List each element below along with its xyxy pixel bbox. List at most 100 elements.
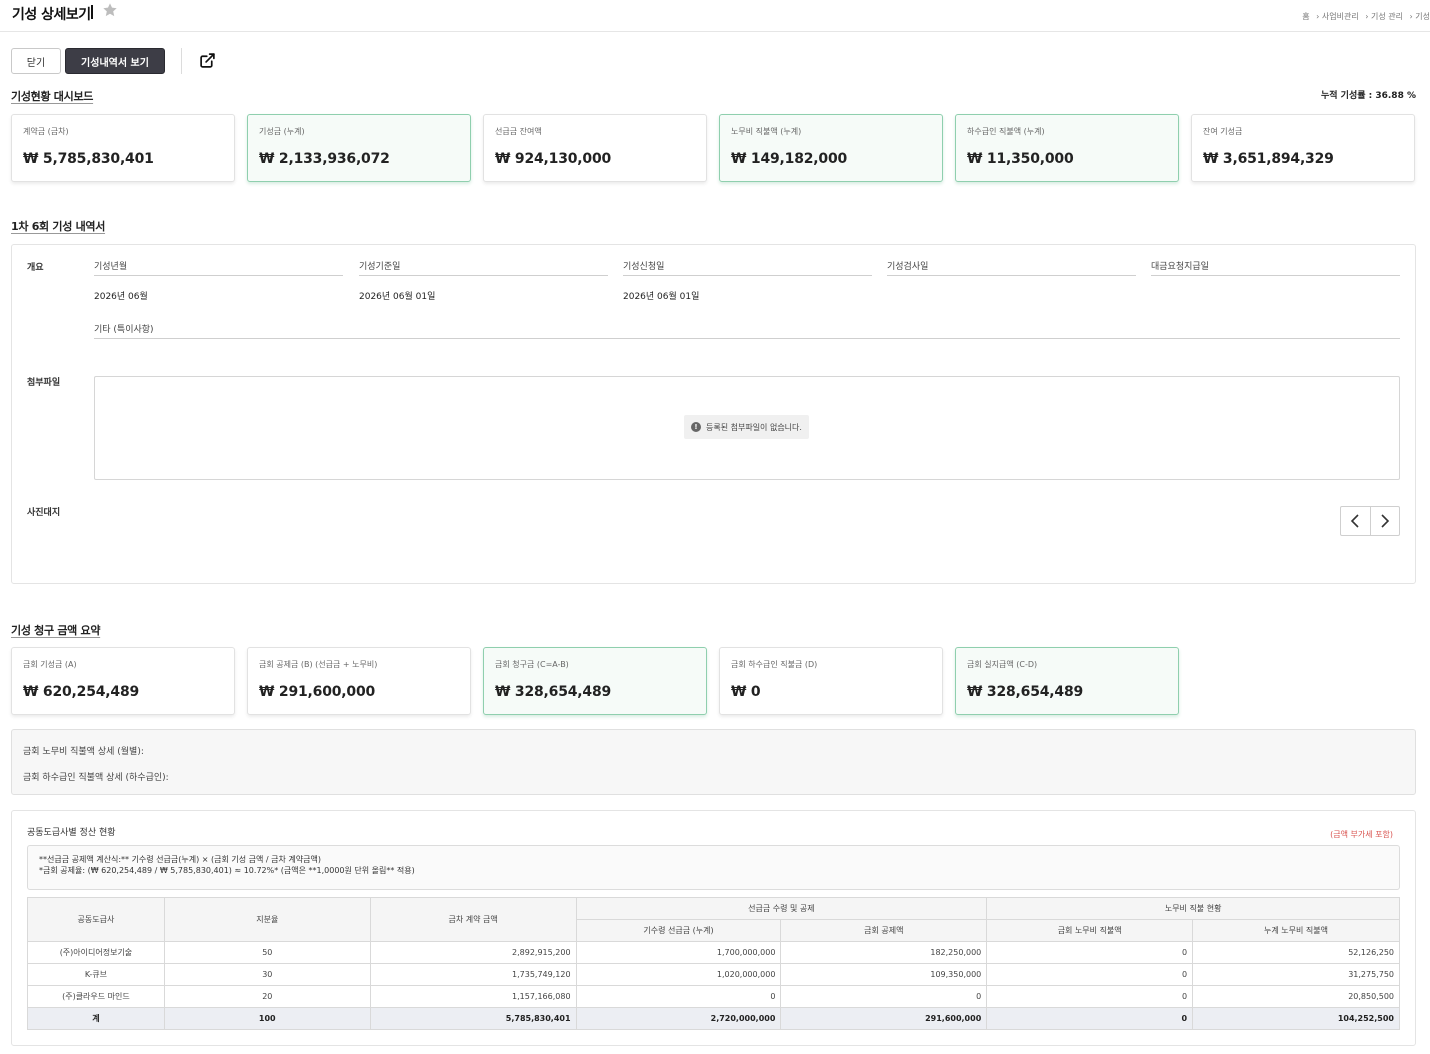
cell-deduction: 182,250,000	[780, 941, 988, 964]
card-label: 노무비 직불액 (누계)	[731, 127, 802, 136]
cell-labor-current: 0	[986, 1007, 1194, 1030]
breadcrumb-home[interactable]: 홈	[1302, 12, 1309, 21]
photo-nav	[1340, 506, 1400, 536]
cell-contract: 1,157,166,080	[369, 985, 577, 1008]
chevron-right-icon	[1381, 514, 1389, 528]
remaining-progress-card: 잔여 기성금 ₩ 3,651,894,329	[1191, 114, 1415, 182]
chevron-left-icon	[1351, 514, 1359, 528]
formula-line: **선급금 공제액 계산식:** 기수령 선급금(누계) × (금회 기성 금액…	[39, 855, 321, 864]
settlement-title: 공동도급사별 정산 현황	[27, 828, 116, 838]
field-label: 대금요청지급일	[1151, 259, 1400, 276]
formula-line: *금회 공제율: (₩ 620,254,489 / ₩ 5,785,830,40…	[39, 866, 415, 875]
card-value: ₩ 149,182,000	[731, 151, 848, 167]
cell-advance: 2,720,000,000	[575, 1007, 782, 1030]
card-value: ₩ 924,130,000	[495, 151, 612, 167]
card-label: 금회 공제금 (B) (선급금 + 노무비)	[259, 660, 378, 669]
external-link-icon[interactable]	[199, 52, 216, 72]
header-contract: 금차 계약 금액	[369, 897, 577, 942]
cell-share: 100	[163, 1007, 371, 1030]
table-row: K-큐브 30 1,735,749,120 1,020,000,000 109,…	[27, 963, 1400, 986]
card-label: 기성금 (누계)	[259, 127, 305, 136]
cell-labor-cumulative: 104,252,500	[1192, 1007, 1400, 1030]
breadcrumb-progress-management[interactable]: › 기성 관리	[1365, 12, 1403, 21]
table-row: (주)클라우드 마인드 20 1,157,166,080 0 0 0 20,85…	[27, 985, 1400, 1008]
cell-advance: 1,700,000,000	[575, 941, 782, 964]
header-deduction: 금회 공제액	[780, 919, 988, 942]
vat-note: (금액 부가세 포함)	[1330, 830, 1393, 839]
cumulative-progress-card: 기성금 (누계) ₩ 2,133,936,072	[247, 114, 471, 182]
attachment-empty-message: ! 등록된 첨부파일이 없습니다.	[684, 415, 809, 439]
labor-detail-label: 금회 노무비 직불액 상세 (월별):	[23, 747, 144, 757]
next-button[interactable]	[1369, 507, 1400, 535]
photo-label: 사진대지	[27, 508, 61, 518]
cell-contract: 5,785,830,401	[369, 1007, 577, 1030]
field-payment-date: 대금요청지급일	[1151, 259, 1400, 289]
total-row: 계 100 5,785,830,401 2,720,000,000 291,60…	[27, 1007, 1400, 1030]
page-title: 기성 상세보기	[12, 7, 91, 23]
empty-text: 등록된 첨부파일이 없습니다.	[706, 422, 802, 432]
cell-labor-cumulative: 52,126,250	[1192, 941, 1400, 964]
top-bar: 기성 상세보기 홈 › 사업비관리 › 기성 관리 › 기성	[0, 0, 1430, 32]
settlement-table: 공동도급사 지분율 금차 계약 금액 선급금 수령 및 공제 노무비 직불 현황…	[27, 897, 1400, 1030]
card-label: 금회 기성금 (A)	[23, 660, 77, 669]
field-label: 기성검사일	[887, 259, 1136, 276]
field-value: 2026년 06월 01일	[623, 292, 700, 302]
card-label: 금회 하수급인 직불금 (D)	[731, 660, 818, 669]
current-subcontract-card: 금회 하수급인 직불금 (D) ₩ 0	[719, 647, 943, 715]
card-label: 금회 청구금 (C=A-B)	[495, 660, 569, 669]
close-button[interactable]: 닫기	[11, 48, 61, 74]
card-label: 하수급인 직불액 (누계)	[967, 127, 1045, 136]
header-advance-group: 선급금 수령 및 공제	[575, 897, 988, 920]
cell-labor-current: 0	[986, 941, 1194, 964]
field-label: 기성년월	[94, 259, 343, 276]
settlement-panel: 공동도급사별 정산 현황 (금액 부가세 포함) **선급금 공제액 계산식:*…	[11, 810, 1416, 1046]
breadcrumb-progress[interactable]: › 기성	[1410, 12, 1430, 21]
cell-advance: 0	[575, 985, 782, 1008]
cell-contract: 2,892,915,200	[369, 941, 577, 964]
field-remarks: 기타 (특이사항)	[94, 322, 1400, 339]
card-label: 선급금 잔여액	[495, 127, 542, 136]
breadcrumb: 홈 › 사업비관리 › 기성 관리 › 기성	[1298, 11, 1430, 22]
current-progress-card: 금회 기성금 (A) ₩ 620,254,489	[11, 647, 235, 715]
breadcrumb-budget[interactable]: › 사업비관리	[1316, 12, 1359, 21]
header-share: 지분율	[163, 897, 371, 942]
field-label: 기성신청일	[623, 259, 872, 276]
cell-labor-cumulative: 20,850,500	[1192, 985, 1400, 1008]
labor-direct-payment-card: 노무비 직불액 (누계) ₩ 149,182,000	[719, 114, 943, 182]
card-label: 계약금 (금차)	[23, 127, 69, 136]
cell-deduction: 109,350,000	[780, 963, 988, 986]
card-value: ₩ 2,133,936,072	[259, 151, 390, 167]
overview-label: 개요	[27, 263, 44, 273]
cell-share: 20	[163, 985, 371, 1008]
dashboard-title: 기성현황 대시보드	[11, 90, 94, 103]
cell-company: (주)클라우드 마인드	[27, 985, 165, 1008]
title-divider	[91, 5, 93, 19]
card-value: ₩ 620,254,489	[23, 684, 140, 700]
alert-icon: !	[691, 422, 701, 432]
header-labor-cumulative: 누계 노무비 직불액	[1192, 919, 1400, 942]
subcontract-detail-label: 금회 하수급인 직불액 상세 (하수급인):	[23, 773, 169, 783]
header-advance-received: 기수령 선급금 (누계)	[575, 919, 782, 942]
attachment-area[interactable]: ! 등록된 첨부파일이 없습니다.	[94, 376, 1400, 480]
statement-title: 1차 6회 기성 내역서	[11, 220, 106, 233]
prev-button[interactable]	[1341, 507, 1370, 535]
actual-payment-card: 금회 실지급액 (C-D) ₩ 328,654,489	[955, 647, 1179, 715]
card-value: ₩ 5,785,830,401	[23, 151, 154, 167]
payment-detail-panel: 금회 노무비 직불액 상세 (월별): 금회 하수급인 직불액 상세 (하수급인…	[11, 729, 1416, 795]
view-statement-button[interactable]: 기성내역서 보기	[65, 48, 165, 74]
cell-company: K-큐브	[27, 963, 165, 986]
card-label: 금회 실지급액 (C-D)	[967, 660, 1038, 669]
attachment-label: 첨부파일	[27, 378, 61, 388]
cumulative-rate: 누적 기성률 : 36.88 %	[1320, 91, 1416, 101]
cell-labor-current: 0	[986, 963, 1194, 986]
field-value: 2026년 06월	[94, 292, 148, 302]
star-icon[interactable]	[102, 2, 118, 21]
card-value: ₩ 11,350,000	[967, 151, 1074, 167]
card-value: ₩ 0	[731, 684, 761, 700]
advance-balance-card: 선급금 잔여액 ₩ 924,130,000	[483, 114, 707, 182]
subcontractor-payment-card: 하수급인 직불액 (누계) ₩ 11,350,000	[955, 114, 1179, 182]
cell-share: 30	[163, 963, 371, 986]
card-label: 잔여 기성금	[1203, 127, 1243, 136]
statement-panel: 개요 기성년월 2026년 06월 기성기준일 2026년 06월 01일 기성…	[11, 244, 1416, 584]
current-deduction-card: 금회 공제금 (B) (선급금 + 노무비) ₩ 291,600,000	[247, 647, 471, 715]
